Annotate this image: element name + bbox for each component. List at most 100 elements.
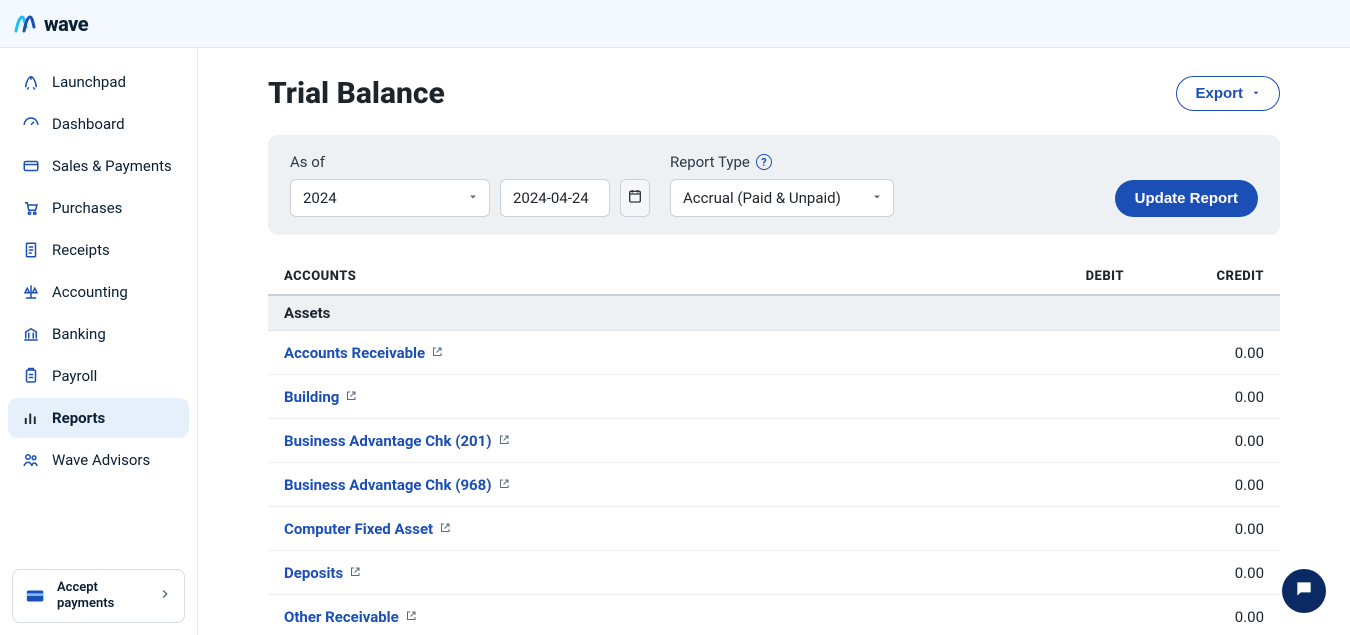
wave-logo-icon <box>14 13 38 35</box>
nav-list: Launchpad Dashboard Sales & Payments Pur… <box>0 60 197 557</box>
credit-cell: 0.00 <box>1124 608 1264 626</box>
receipt-icon <box>22 241 40 259</box>
accept-payments-promo[interactable]: Acceptpayments <box>12 569 185 624</box>
sidebar-footer: Acceptpayments <box>0 557 197 635</box>
sidebar-item-advisors[interactable]: Wave Advisors <box>8 440 189 480</box>
table-row: Other Receivable 0.00 <box>268 595 1280 635</box>
account-link[interactable]: Deposits <box>284 564 361 582</box>
account-link[interactable]: Business Advantage Chk (968) <box>284 476 510 494</box>
credit-card-icon <box>25 585 47 607</box>
sidebar: Launchpad Dashboard Sales & Payments Pur… <box>0 48 198 635</box>
account-link[interactable]: Computer Fixed Asset <box>284 520 451 538</box>
topbar: wave <box>0 0 1350 48</box>
account-link[interactable]: Accounts Receivable <box>284 344 443 362</box>
table-row: Computer Fixed Asset 0.00 <box>268 507 1280 551</box>
filter-bar: As of 2024 2024-04-24 Report Typ <box>268 135 1280 235</box>
bank-icon <box>22 325 40 343</box>
sidebar-item-dashboard[interactable]: Dashboard <box>8 104 189 144</box>
external-link-icon <box>349 564 361 582</box>
card-icon <box>22 157 40 175</box>
gauge-icon <box>22 115 40 133</box>
sidebar-item-launchpad[interactable]: Launchpad <box>8 62 189 102</box>
as-of-date-input[interactable]: 2024-04-24 <box>500 179 610 217</box>
export-label: Export <box>1195 85 1243 102</box>
sidebar-item-label: Purchases <box>52 199 122 217</box>
scale-icon <box>22 283 40 301</box>
people-icon <box>22 451 40 469</box>
table-header-row: ACCOUNTS DEBIT CREDIT <box>268 259 1280 296</box>
main-content: Trial Balance Export As of 2024 2024-04-… <box>198 48 1350 635</box>
cart-icon <box>22 199 40 217</box>
as-of-year-select[interactable]: 2024 <box>290 179 490 217</box>
bar-chart-icon <box>22 409 40 427</box>
sidebar-item-label: Launchpad <box>52 73 126 91</box>
clipboard-icon <box>22 367 40 385</box>
report-type-select[interactable]: Accrual (Paid & Unpaid) <box>670 179 894 217</box>
col-accounts: ACCOUNTS <box>284 269 984 284</box>
caret-down-icon <box>1251 85 1261 102</box>
external-link-icon <box>498 432 510 450</box>
table-row: Business Advantage Chk (201) 0.00 <box>268 419 1280 463</box>
section-assets: Assets <box>268 296 1280 331</box>
chat-icon <box>1294 579 1314 603</box>
help-icon[interactable]: ? <box>756 154 772 170</box>
trial-balance-table: ACCOUNTS DEBIT CREDIT Assets Accounts Re… <box>268 259 1280 635</box>
external-link-icon <box>498 476 510 494</box>
sidebar-item-accounting[interactable]: Accounting <box>8 272 189 312</box>
col-credit: CREDIT <box>1124 269 1264 284</box>
sidebar-item-purchases[interactable]: Purchases <box>8 188 189 228</box>
account-link[interactable]: Building <box>284 388 357 406</box>
sidebar-item-receipts[interactable]: Receipts <box>8 230 189 270</box>
report-type-value: Accrual (Paid & Unpaid) <box>683 189 841 207</box>
brand-logo[interactable]: wave <box>14 12 88 36</box>
sidebar-item-payroll[interactable]: Payroll <box>8 356 189 396</box>
credit-cell: 0.00 <box>1124 344 1264 362</box>
external-link-icon <box>431 344 443 362</box>
credit-cell: 0.00 <box>1124 564 1264 582</box>
account-link[interactable]: Business Advantage Chk (201) <box>284 432 510 450</box>
sidebar-item-label: Dashboard <box>52 115 125 133</box>
credit-cell: 0.00 <box>1124 388 1264 406</box>
rocket-icon <box>22 73 40 91</box>
sidebar-item-label: Reports <box>52 409 105 427</box>
chat-fab[interactable] <box>1282 569 1326 613</box>
export-button[interactable]: Export <box>1176 76 1280 111</box>
external-link-icon <box>405 608 417 626</box>
col-debit: DEBIT <box>984 269 1124 284</box>
account-link[interactable]: Other Receivable <box>284 608 417 626</box>
calendar-icon <box>627 188 643 208</box>
update-report-button[interactable]: Update Report <box>1115 180 1258 217</box>
report-type-field: Report Type ? Accrual (Paid & Unpaid) <box>670 153 894 217</box>
calendar-button[interactable] <box>620 179 650 217</box>
as-of-field: As of 2024 2024-04-24 <box>290 153 650 217</box>
report-type-label: Report Type ? <box>670 153 894 171</box>
sidebar-item-label: Receipts <box>52 241 110 259</box>
page-header: Trial Balance Export <box>268 76 1280 111</box>
chevron-right-icon <box>158 586 172 605</box>
sidebar-item-label: Accounting <box>52 283 128 301</box>
sidebar-item-sales[interactable]: Sales & Payments <box>8 146 189 186</box>
sidebar-item-reports[interactable]: Reports <box>8 398 189 438</box>
brand-name: wave <box>44 12 88 36</box>
external-link-icon <box>439 520 451 538</box>
table-row: Building 0.00 <box>268 375 1280 419</box>
table-row: Deposits 0.00 <box>268 551 1280 595</box>
credit-cell: 0.00 <box>1124 520 1264 538</box>
page-title: Trial Balance <box>268 76 445 111</box>
as-of-date-value: 2024-04-24 <box>513 189 589 207</box>
table-row: Business Advantage Chk (968) 0.00 <box>268 463 1280 507</box>
sidebar-item-label: Sales & Payments <box>52 157 172 175</box>
sidebar-item-label: Payroll <box>52 367 97 385</box>
credit-cell: 0.00 <box>1124 476 1264 494</box>
external-link-icon <box>345 388 357 406</box>
sidebar-item-label: Banking <box>52 325 106 343</box>
promo-text: Acceptpayments <box>57 580 148 613</box>
table-row: Accounts Receivable 0.00 <box>268 331 1280 375</box>
sidebar-item-banking[interactable]: Banking <box>8 314 189 354</box>
as-of-label: As of <box>290 153 650 171</box>
as-of-year-value: 2024 <box>303 189 337 207</box>
caret-down-icon <box>871 189 883 207</box>
credit-cell: 0.00 <box>1124 432 1264 450</box>
caret-down-icon <box>467 189 479 207</box>
sidebar-item-label: Wave Advisors <box>52 451 150 469</box>
